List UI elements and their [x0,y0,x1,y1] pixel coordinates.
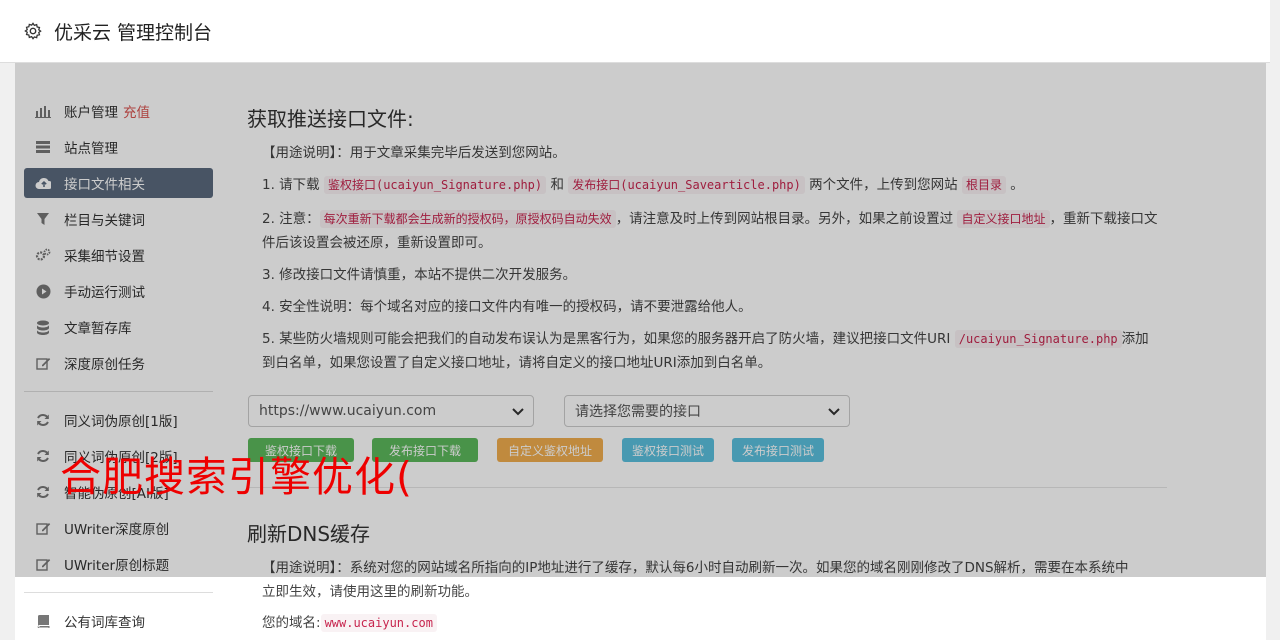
sidebar-item-label: 公有词库查询 [64,615,145,631]
sidebar-divider [24,592,213,593]
gear-icon [24,21,44,41]
page-title: 优采云 管理控制台 [54,21,213,44]
watermark-text: 合肥搜索引擎优化( [60,453,413,501]
top-bar: 优采云 管理控制台 [0,0,1270,63]
domain-row: 您的域名: www.ucaiyun.com [262,611,1162,635]
domain-label: 您的域名: [262,615,321,631]
sidebar-item-public-lexicon[interactable]: 公有词库查询 [24,606,213,636]
domain-value: www.ucaiyun.com [320,614,437,632]
book-icon [35,613,51,629]
